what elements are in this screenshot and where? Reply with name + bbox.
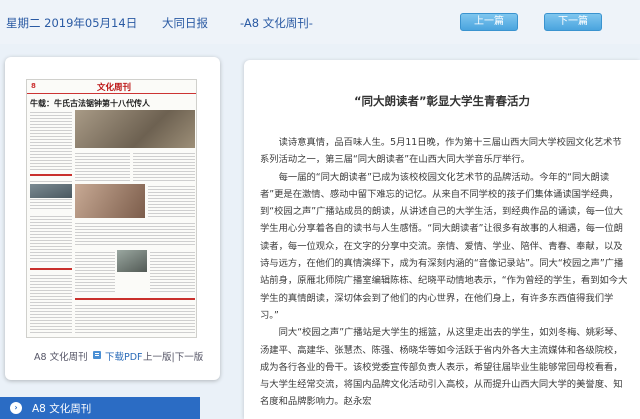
article-paragraph: 读诗意真情，品百味人生。5月11日晚，作为第十三届山西大同大学校园文化艺术节系列…	[260, 137, 622, 166]
article-title: “同大朗读者”彰显大学生青春活力	[353, 94, 531, 108]
next-article-label: 下一篇	[558, 16, 588, 27]
thumbnail-photo	[75, 184, 145, 218]
paper-name: 大同日报	[162, 16, 208, 30]
prev-page-link[interactable]: 上一版	[143, 352, 172, 363]
article-paragraph: 每一届的“同大朗读者”已成为该校校园文化艺术节的品牌活动。今年的“同大朗读者”更…	[260, 171, 628, 321]
thumbnail-text-block	[30, 273, 72, 335]
thumbnail-text-block	[75, 250, 115, 294]
prev-article-label: 上一篇	[474, 16, 504, 27]
thumbnail-text-block	[75, 151, 130, 181]
top-bar: 星期二 2019年05月14日 大同日报 -A8 文化周刊- 上一篇 下一篇	[0, 0, 640, 44]
thumbnail-text-block	[30, 110, 72, 170]
prev-article-button[interactable]: 上一篇	[460, 13, 518, 31]
thumbnail-text-block	[150, 250, 195, 294]
next-page-link[interactable]: 下一版	[175, 352, 204, 363]
thumbnail-photo	[75, 110, 195, 148]
thumbnail-page-label[interactable]: A8 文化周刊	[34, 349, 88, 363]
article-panel: “同大朗读者”彰显大学生青春活力 读诗意真情，品百味人生。5月11日晚，作为第十…	[244, 60, 640, 419]
thumbnail-headline: 牛载：牛氏古法锯钟第十八代传人	[30, 99, 150, 108]
page-selector[interactable]: › A8 文化周刊	[0, 397, 200, 419]
thumbnail-photo	[30, 184, 72, 198]
chevron-right-icon: ›	[10, 402, 22, 414]
thumbnail-text-block	[148, 184, 195, 218]
issue-date: 星期二 2019年05月14日	[6, 16, 138, 30]
thumbnail-divider	[30, 174, 72, 176]
newspaper-page-thumbnail[interactable]: 8 文化周刊 牛载：牛氏古法锯钟第十八代传人	[26, 79, 197, 338]
article-body: 读诗意真情，品百味人生。5月11日晚，作为第十三届山西大同大学校园文化艺术节系列…	[260, 134, 630, 411]
pdf-download-icon[interactable]	[92, 350, 102, 360]
thumbnail-text-block	[133, 151, 195, 181]
thumbnail-divider	[30, 268, 72, 270]
thumbnail-divider	[75, 298, 195, 300]
thumbnail-text-block	[75, 303, 195, 335]
next-article-button[interactable]: 下一篇	[544, 13, 602, 31]
thumbnail-masthead: 8 文化周刊	[27, 80, 196, 94]
thumbnail-photo	[117, 250, 147, 272]
page-nav-links: 上一版|下一版	[143, 349, 203, 363]
thumbnail-text-block	[75, 221, 195, 247]
thumbnail-section-title: 文化周刊	[97, 83, 132, 93]
download-pdf-link[interactable]: 下载PDF	[105, 349, 143, 363]
page-name: -A8 文化周刊-	[240, 16, 313, 30]
thumbnail-page-number: 8	[31, 82, 36, 90]
thumbnail-text-block	[30, 214, 72, 264]
page-selector-label: A8 文化周刊	[32, 403, 92, 415]
article-paragraph: 同大“校园之声”广播站是大学生的摇篮，从这里走出去的学生，如刘冬梅、姚彩琴、汤建…	[260, 327, 623, 408]
